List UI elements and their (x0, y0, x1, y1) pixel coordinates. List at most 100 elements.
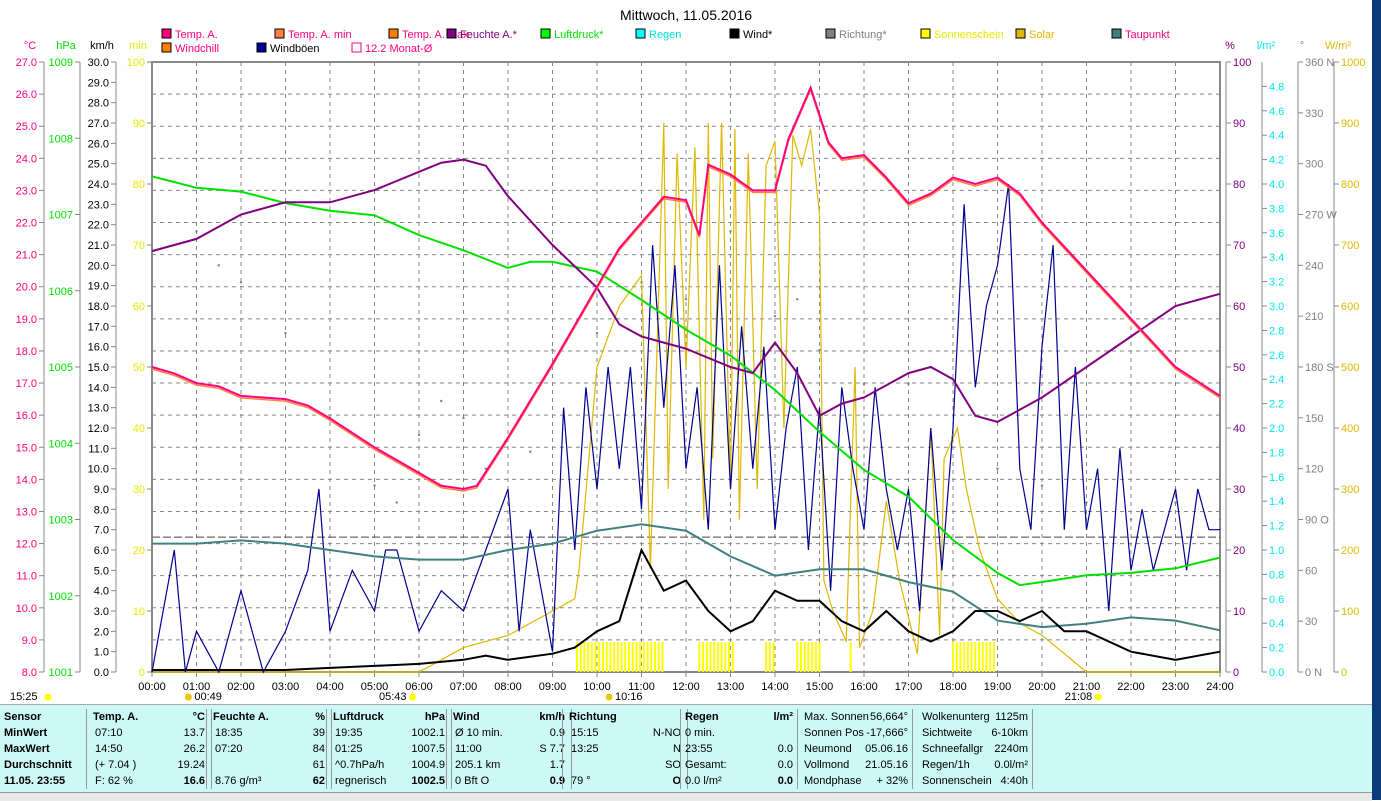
axis-label-solar: 500 (1341, 362, 1359, 374)
cell-value: 84 (312, 743, 325, 755)
marker-moon: 10:16 (615, 691, 643, 703)
axis-label-minutes: 80 (133, 179, 145, 191)
axis-label-wind: 20.0 (88, 260, 109, 272)
axis-label-wind: 21.0 (88, 240, 109, 252)
axis-label-pressure: 1002 (49, 591, 73, 603)
axis-label-rain: 4.0 (1269, 179, 1284, 191)
legend-label: Feuchte A.* (460, 29, 518, 41)
axis-label-temp: 24.0 (16, 153, 37, 165)
x-tick-label: 13:00 (717, 681, 745, 693)
axis-label-wind: 1.0 (94, 647, 109, 659)
axis-label-direction: 360 N (1305, 57, 1334, 69)
cell-text: Gesamt: (685, 759, 727, 771)
table-row: Sichtweite 6-10km (922, 725, 1032, 741)
axis-label-solar: 700 (1341, 240, 1359, 252)
cell-value: -17,666° (866, 727, 908, 739)
axis-label-rain: 0.4 (1269, 618, 1284, 630)
cell-value: SO (665, 759, 681, 771)
axis-label-rain: 4.2 (1269, 155, 1284, 167)
cell-text: 0.0 l/m² (685, 775, 722, 787)
cell-text: 14:50 (95, 743, 123, 755)
axis-label-direction: 150 (1305, 413, 1323, 425)
axis-label-minutes: 60 (133, 301, 145, 313)
axis-label-wind: 19.0 (88, 281, 109, 293)
direction-point (1129, 518, 1133, 521)
legend-swatch (274, 28, 285, 39)
legend-label: Sonnenschein (934, 29, 1004, 41)
header-direction: Richtung (569, 709, 687, 725)
axis-label-minutes: 40 (133, 423, 145, 435)
cell-text: 79 ° (571, 775, 591, 787)
axis-label-solar: 100 (1341, 606, 1359, 618)
x-tick-label: 02:00 (227, 681, 255, 693)
direction-point (729, 230, 732, 233)
axis-label-temp: 11.0 (16, 571, 37, 583)
cell-text: Schneefallgr (922, 743, 984, 755)
cell-text: Sichtweite (922, 727, 973, 739)
axis-label-pressure: 1007 (49, 210, 73, 222)
x-tick-label: 20:00 (1028, 681, 1056, 693)
table-row: Vollmond 21.05.16 (804, 757, 912, 773)
table-row: 14:50 26.2 (93, 741, 211, 757)
x-tick-label: 06:00 (405, 681, 433, 693)
axis-label-pressure: 1001 (49, 667, 73, 679)
cell-text: 0 Bft O (455, 775, 490, 787)
cell-text: regnerisch (335, 775, 387, 787)
axis-label-wind: 18.0 (88, 301, 109, 313)
cell-value: 13.7 (183, 727, 205, 739)
cell-value: 39 (312, 727, 325, 739)
x-tick-label: 03:00 (272, 681, 300, 693)
table-row: 13:25 N (569, 741, 687, 757)
axis-label-wind: 15.0 (88, 362, 109, 374)
marker-sunset-icon (1094, 693, 1102, 701)
table-row: 18:35 39 (213, 725, 331, 741)
legend-label: Windchill (175, 43, 219, 55)
cell-text: 15:15 (571, 727, 599, 739)
axis-label-rain: 2.4 (1269, 374, 1284, 386)
axis-label-wind: 26.0 (88, 138, 109, 150)
legend-label: Wind* (743, 29, 773, 41)
axis-unit-rain: l/m² (1257, 40, 1276, 52)
table-row: 0.0 l/m² 0.0 (685, 773, 797, 789)
header-sensor: Sensor (4, 711, 42, 723)
axis-unit-temp: °C (24, 40, 36, 52)
axis-unit-humidity: % (1225, 40, 1235, 52)
axis-label-temp: 23.0 (16, 185, 37, 197)
cell-value: 4:40h (1000, 775, 1028, 787)
direction-point (595, 331, 599, 335)
axis-label-wind: 28.0 (88, 98, 109, 110)
table-row: Sonnen Pos -17,666° (804, 725, 912, 741)
cell-text: 0 min. (685, 727, 715, 739)
cell-value: 1004.9 (411, 759, 445, 771)
x-tick-label: 18:00 (939, 681, 967, 693)
header-unit: % (315, 711, 325, 723)
axis-label-wind: 14.0 (88, 382, 109, 394)
legend-swatch (825, 28, 836, 39)
header-pressure: Luftdruck hPa (333, 709, 451, 725)
stats-table: Sensor MinWert MaxWert Durchschnitt 11.0… (0, 704, 1372, 793)
table-row: 0 min. (685, 725, 797, 741)
legend-swatch (729, 28, 740, 39)
legend-swatch (256, 42, 267, 53)
axis-label-wind: 10.0 (88, 464, 109, 476)
table-row: 61 (213, 757, 331, 773)
axis-label-direction: 300 (1305, 159, 1323, 171)
axis-label-pressure: 1009 (49, 57, 73, 69)
x-tick-label: 19:00 (984, 681, 1012, 693)
legend-label: 12.2 Monat-Ø (365, 43, 433, 55)
axis-label-solar: 0 (1341, 667, 1347, 679)
axis-label-humidity: 40 (1233, 423, 1245, 435)
axis-label-rain: 3.6 (1269, 228, 1284, 240)
x-tick-label: 12:00 (672, 681, 700, 693)
direction-point (1218, 518, 1222, 521)
cell-value: 6-10km (991, 727, 1028, 739)
series-line-solar (152, 122, 1220, 673)
cell-value: 0.0l/m² (994, 759, 1028, 771)
row-label-max: MaxWert (4, 743, 50, 755)
axis-label-solar: 600 (1341, 301, 1359, 313)
cell-value: 56,664° (869, 711, 908, 723)
cell-text: 01:25 (335, 743, 363, 755)
cell-text: 13:25 (571, 743, 599, 755)
legend-swatch (540, 28, 551, 39)
axis-label-direction: 120 (1305, 464, 1323, 476)
